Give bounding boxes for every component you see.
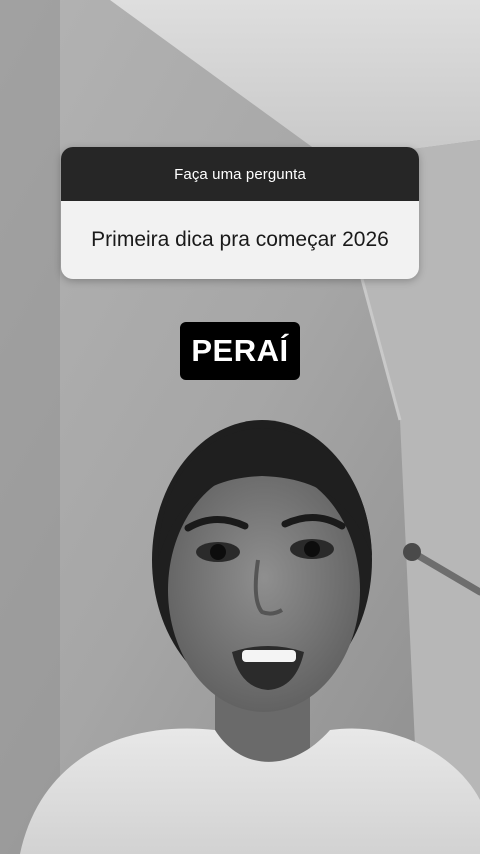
background-video-frame — [0, 0, 480, 854]
question-sticker-header: Faça uma pergunta — [61, 147, 419, 201]
caption-label: PERAÍ — [180, 322, 300, 380]
question-sticker-text: Primeira dica pra começar 2026 — [61, 201, 419, 279]
question-sticker[interactable]: Faça uma pergunta Primeira dica pra come… — [61, 147, 419, 279]
story-screen: Faça uma pergunta Primeira dica pra come… — [0, 0, 480, 854]
